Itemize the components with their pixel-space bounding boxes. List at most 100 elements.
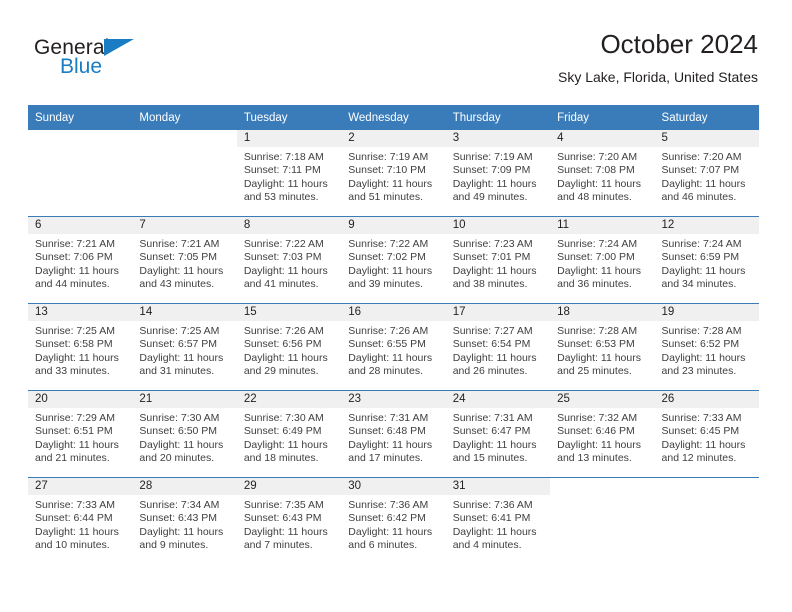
day-number: 6: [28, 217, 133, 234]
calendar-day-cell[interactable]: 2 Sunrise: 7:19 AM Sunset: 7:10 PM Daylight…: [341, 130, 446, 217]
daylight-text: Daylight: 11 hours and 28 minutes.: [348, 351, 433, 378]
day-details: Sunrise: 7:22 AM Sunset: 7:03 PM Daylight:…: [237, 234, 341, 292]
calendar-day-cell[interactable]: 4 Sunrise: 7:20 AM Sunset: 7:08 PM Daylight…: [550, 130, 655, 217]
weekday-header-thursday: Thursday: [445, 105, 551, 130]
calendar-day-cell[interactable]: 21 Sunrise: 7:30 AM Sunset: 6:50 PM Dayligh…: [132, 390, 237, 478]
calendar-day-cell[interactable]: 3 Sunrise: 7:19 AM Sunset: 7:09 PM Daylight…: [445, 130, 551, 217]
sunset-text: Sunset: 6:48 PM: [348, 425, 426, 438]
daylight-text: Daylight: 11 hours and 21 minutes.: [35, 438, 119, 465]
calendar-day-cell[interactable]: 29 Sunrise: 7:35 AM Sunset: 6:43 PM Dayligh…: [236, 477, 342, 564]
sunrise-text: Sunrise: 7:19 AM: [348, 151, 429, 163]
sunrise-text: Sunrise: 7:26 AM: [243, 325, 324, 337]
sunrise-text: Sunrise: 7:35 AM: [243, 499, 324, 511]
calendar-day-cell[interactable]: 15 Sunrise: 7:26 AM Sunset: 6:56 PM Dayligh…: [236, 303, 342, 391]
daylight-text: Daylight: 11 hours and 38 minutes.: [452, 264, 537, 291]
day-details: Sunrise: 7:34 AM Sunset: 6:43 PM Daylight:…: [132, 495, 236, 553]
day-number: 7: [132, 217, 237, 234]
calendar-cell-empty: [132, 130, 236, 217]
calendar-day-cell[interactable]: 18 Sunrise: 7:28 AM Sunset: 6:53 PM Dayligh…: [550, 303, 655, 391]
calendar-body: 1 Sunrise: 7:18 AM Sunset: 7:11 PM Daylight…: [28, 130, 759, 564]
calendar-day-cell[interactable]: 9 Sunrise: 7:22 AM Sunset: 7:02 PM Daylight…: [341, 216, 446, 304]
calendar-day-cell[interactable]: 17 Sunrise: 7:27 AM Sunset: 6:54 PM Dayligh…: [445, 303, 551, 391]
daylight-text: Daylight: 11 hours and 6 minutes.: [348, 525, 433, 552]
calendar-week-row: 27 Sunrise: 7:33 AM Sunset: 6:44 PM Dayligh…: [28, 477, 759, 564]
sunset-text: Sunset: 6:50 PM: [139, 425, 218, 438]
sunset-text: Sunset: 6:41 PM: [452, 512, 531, 525]
sunset-text: Sunset: 6:57 PM: [139, 338, 218, 351]
sunrise-text: Sunrise: 7:20 AM: [661, 151, 742, 163]
sunset-text: Sunset: 7:01 PM: [452, 251, 531, 264]
day-details: Sunrise: 7:29 AM Sunset: 6:51 PM Daylight:…: [28, 408, 132, 466]
day-number: 4: [550, 130, 655, 147]
daylight-text: Daylight: 11 hours and 20 minutes.: [139, 438, 224, 465]
brand-logo[interactable]: General Blue: [34, 36, 214, 88]
calendar-day-cell[interactable]: 25 Sunrise: 7:32 AM Sunset: 6:46 PM Dayligh…: [550, 390, 655, 478]
calendar-day-cell[interactable]: 30 Sunrise: 7:36 AM Sunset: 6:42 PM Dayligh…: [341, 477, 446, 564]
day-number: 2: [341, 130, 446, 147]
daylight-text: Daylight: 11 hours and 18 minutes.: [243, 438, 328, 465]
day-details: Sunrise: 7:36 AM Sunset: 6:42 PM Daylight:…: [341, 495, 445, 553]
sunrise-text: Sunrise: 7:22 AM: [348, 238, 429, 250]
sunrise-text: Sunrise: 7:30 AM: [243, 412, 324, 424]
sunrise-text: Sunrise: 7:32 AM: [557, 412, 638, 424]
sunset-text: Sunset: 7:03 PM: [243, 251, 322, 264]
calendar-day-cell[interactable]: 26 Sunrise: 7:33 AM Sunset: 6:45 PM Dayligh…: [654, 390, 759, 478]
day-number: 20: [28, 391, 133, 408]
daylight-text: Daylight: 11 hours and 12 minutes.: [661, 438, 746, 465]
calendar-day-cell[interactable]: 22 Sunrise: 7:30 AM Sunset: 6:49 PM Dayligh…: [236, 390, 342, 478]
calendar-day-cell[interactable]: 5 Sunrise: 7:20 AM Sunset: 7:07 PM Daylight…: [654, 130, 759, 217]
calendar-day-cell[interactable]: 1 Sunrise: 7:18 AM Sunset: 7:11 PM Daylight…: [236, 130, 342, 217]
day-number: 5: [654, 130, 759, 147]
calendar-day-cell[interactable]: 7 Sunrise: 7:21 AM Sunset: 7:05 PM Daylight…: [132, 216, 237, 304]
calendar-day-cell[interactable]: 28 Sunrise: 7:34 AM Sunset: 6:43 PM Dayligh…: [132, 477, 237, 564]
calendar-cell-empty: [550, 477, 655, 564]
day-number: 11: [550, 217, 655, 234]
daylight-text: Daylight: 11 hours and 48 minutes.: [557, 177, 641, 204]
calendar-day-cell[interactable]: 16 Sunrise: 7:26 AM Sunset: 6:55 PM Dayligh…: [341, 303, 446, 391]
brand-name-blue: Blue: [60, 55, 103, 78]
calendar-day-cell[interactable]: 24 Sunrise: 7:31 AM Sunset: 6:47 PM Dayligh…: [445, 390, 551, 478]
calendar-day-cell[interactable]: 11 Sunrise: 7:24 AM Sunset: 7:00 PM Dayligh…: [550, 216, 655, 304]
sunset-text: Sunset: 6:47 PM: [452, 425, 531, 438]
calendar-day-cell[interactable]: 6 Sunrise: 7:21 AM Sunset: 7:06 PM Daylight…: [28, 216, 133, 304]
sunrise-text: Sunrise: 7:21 AM: [35, 238, 115, 250]
daylight-text: Daylight: 11 hours and 43 minutes.: [139, 264, 224, 291]
day-number: 24: [445, 391, 551, 408]
day-details: Sunrise: 7:26 AM Sunset: 6:56 PM Daylight:…: [237, 321, 341, 379]
day-number: [655, 478, 759, 495]
day-details: Sunrise: 7:33 AM Sunset: 6:44 PM Daylight:…: [28, 495, 132, 553]
calendar-day-cell[interactable]: 20 Sunrise: 7:29 AM Sunset: 6:51 PM Dayligh…: [28, 390, 133, 478]
day-number: 3: [445, 130, 551, 147]
day-number: 23: [341, 391, 446, 408]
daylight-text: Daylight: 11 hours and 34 minutes.: [661, 264, 746, 291]
calendar-cell-empty: [28, 130, 132, 217]
sunrise-text: Sunrise: 7:31 AM: [348, 412, 429, 424]
calendar-day-cell[interactable]: 10 Sunrise: 7:23 AM Sunset: 7:01 PM Dayligh…: [445, 216, 551, 304]
day-details: Sunrise: 7:23 AM Sunset: 7:01 PM Daylight:…: [446, 234, 550, 292]
sunrise-text: Sunrise: 7:28 AM: [661, 325, 742, 337]
calendar-day-cell[interactable]: 12 Sunrise: 7:24 AM Sunset: 6:59 PM Dayligh…: [654, 216, 759, 304]
calendar-day-cell[interactable]: 8 Sunrise: 7:22 AM Sunset: 7:03 PM Daylight…: [236, 216, 342, 304]
calendar-table: Sunday Monday Tuesday Wednesday Thursday…: [28, 105, 759, 564]
sunrise-text: Sunrise: 7:22 AM: [243, 238, 324, 250]
day-details: Sunrise: 7:20 AM Sunset: 7:07 PM Daylight:…: [655, 147, 759, 205]
sunrise-text: Sunrise: 7:19 AM: [452, 151, 533, 163]
sunset-text: Sunset: 7:08 PM: [557, 164, 635, 177]
day-details: Sunrise: 7:20 AM Sunset: 7:08 PM Daylight:…: [550, 147, 654, 205]
calendar-day-cell[interactable]: 14 Sunrise: 7:25 AM Sunset: 6:57 PM Dayligh…: [132, 303, 237, 391]
page-header: General Blue October 2024 Sky Lake, Flor…: [34, 28, 758, 100]
calendar-day-cell[interactable]: 27 Sunrise: 7:33 AM Sunset: 6:44 PM Dayligh…: [28, 477, 133, 564]
sunset-text: Sunset: 6:46 PM: [557, 425, 635, 438]
calendar-day-cell[interactable]: 31 Sunrise: 7:36 AM Sunset: 6:41 PM Dayligh…: [445, 477, 551, 564]
day-details: Sunrise: 7:22 AM Sunset: 7:02 PM Daylight:…: [341, 234, 445, 292]
day-number: 28: [132, 478, 237, 495]
page-subtitle: Sky Lake, Florida, United States: [558, 69, 758, 85]
sunrise-text: Sunrise: 7:23 AM: [452, 238, 533, 250]
daylight-text: Daylight: 11 hours and 36 minutes.: [557, 264, 641, 291]
calendar-day-cell[interactable]: 13 Sunrise: 7:25 AM Sunset: 6:58 PM Dayligh…: [28, 303, 133, 391]
sunset-text: Sunset: 7:02 PM: [348, 251, 426, 264]
day-details: Sunrise: 7:24 AM Sunset: 6:59 PM Daylight:…: [655, 234, 759, 292]
calendar-day-cell[interactable]: 23 Sunrise: 7:31 AM Sunset: 6:48 PM Dayligh…: [341, 390, 446, 478]
calendar-day-cell[interactable]: 19 Sunrise: 7:28 AM Sunset: 6:52 PM Dayligh…: [654, 303, 759, 391]
daylight-text: Daylight: 11 hours and 13 minutes.: [557, 438, 641, 465]
